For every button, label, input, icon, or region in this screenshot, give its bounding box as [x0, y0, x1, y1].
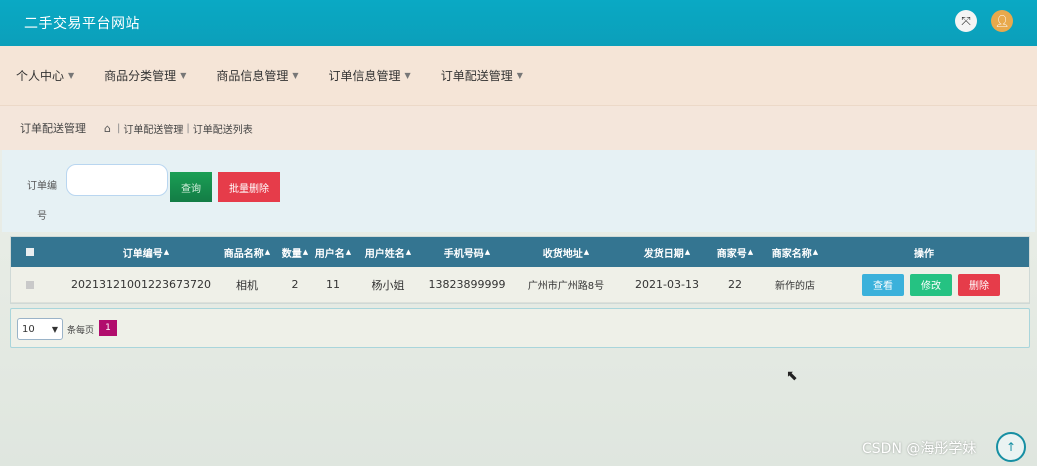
sort-icon: ▲ — [345, 248, 352, 256]
nav-item-product-management[interactable]: 商品信息管理 ▼ — [216, 67, 298, 84]
sort-icon: ▲ — [684, 248, 691, 256]
col-label: 手机号码 — [443, 248, 484, 260]
nav-item-label: 订单信息管理 — [328, 69, 401, 83]
col-address[interactable]: 收货地址 ▲ — [521, 237, 611, 267]
nav-item-label: 个人中心 — [16, 69, 65, 83]
select-all-checkbox[interactable] — [19, 237, 41, 267]
col-label: 订单编号 — [122, 248, 163, 260]
top-icons: ⤧ 👤︎ — [955, 10, 1013, 32]
col-label: 用户名 — [314, 248, 345, 260]
breadcrumb: 订单配送管理 ⌂ | 订单配送管理 | 订单配送列表 — [0, 106, 1037, 150]
page-number-button[interactable]: 1 — [99, 320, 117, 336]
arrow-up-icon: ↑ — [1005, 440, 1017, 454]
col-merchant-name[interactable]: 商家名称 ▲ — [763, 237, 827, 267]
nav-item-category-management[interactable]: 商品分类管理 ▼ — [104, 67, 186, 84]
breadcrumb-item[interactable]: 订单配送管理 — [123, 121, 183, 136]
col-merchant-no[interactable]: 商家号 ▲ — [711, 237, 759, 267]
col-label: 商品名称 — [223, 248, 264, 260]
mouse-cursor-icon: ⬉ — [786, 368, 798, 384]
float-action-button[interactable]: ↑ — [996, 432, 1026, 462]
table-row: 20213121001223673720 相机 2 11 杨小姐 1382389… — [11, 267, 1029, 303]
col-ship-date[interactable]: 发货日期 ▲ — [633, 237, 701, 267]
nav-item-label: 订单配送管理 — [440, 69, 513, 83]
row-checkbox[interactable] — [19, 267, 41, 302]
col-label: 用户姓名 — [364, 248, 405, 260]
col-phone[interactable]: 手机号码 ▲ — [425, 237, 509, 267]
home-icon[interactable]: ⌂ — [104, 122, 111, 135]
nav-item-delivery-management[interactable]: 订单配送管理 ▼ — [441, 67, 523, 84]
cell-phone: 13823899999 — [428, 278, 506, 291]
sort-icon: ▲ — [163, 248, 170, 256]
nav-item-personal-center[interactable]: 个人中心 ▼ — [16, 67, 74, 84]
order-no-label-line2: 号 — [37, 211, 47, 222]
col-order-no[interactable]: 订单编号 ▲ — [81, 237, 211, 267]
cell-merchant-name: 新作的店 — [775, 281, 815, 292]
sort-icon: ▲ — [405, 248, 412, 256]
sort-icon: ▲ — [302, 248, 309, 256]
per-page-label: 条每页 — [67, 326, 95, 336]
order-no-label: 订单编 号 — [22, 172, 62, 232]
search-panel: 订单编 号 查询 批量删除 — [2, 150, 1035, 232]
nav-item-order-management[interactable]: 订单信息管理 ▼ — [329, 67, 411, 84]
sort-icon: ▲ — [264, 248, 271, 256]
sort-icon: ▲ — [583, 248, 590, 256]
col-label: 数量 — [281, 248, 302, 260]
user-button[interactable]: 👤︎ — [991, 10, 1013, 32]
cell-ship-date: 2021-03-13 — [635, 278, 699, 291]
caret-down-icon: ▼ — [404, 71, 411, 80]
cell-product: 相机 — [236, 278, 258, 292]
site-title: 二手交易平台网站 — [24, 16, 140, 32]
top-bar: 二手交易平台网站 ⤧ 👤︎ — [0, 0, 1037, 46]
caret-down-icon: ▼ — [180, 71, 187, 80]
caret-down-icon: ▼ — [68, 71, 75, 80]
search-button[interactable]: 查询 — [170, 172, 212, 202]
table-header: 订单编号 ▲ 商品名称 ▲ 数量 ▲ 用户名 ▲ 用户姓名 ▲ 手机号码 ▲ 收货地址 ▲ 发… — [11, 237, 1029, 267]
sort-icon: ▲ — [484, 248, 491, 256]
cell-address: 广州市广州路8号 — [527, 281, 605, 292]
page-size-value: 10 — [22, 323, 35, 335]
col-actions: 操作 — [914, 248, 934, 260]
main-nav: 个人中心 ▼ 商品分类管理 ▼ 商品信息管理 ▼ 订单信息管理 ▼ 订单配送管理… — [0, 46, 1037, 106]
fullscreen-button[interactable]: ⤧ — [955, 10, 977, 32]
batch-delete-button[interactable]: 批量删除 — [218, 172, 280, 202]
sort-icon: ▲ — [747, 248, 754, 256]
nav-item-label: 商品信息管理 — [216, 69, 289, 83]
col-label: 商家号 — [716, 248, 747, 260]
col-label: 发货日期 — [643, 248, 684, 260]
caret-down-icon: ▼ — [516, 71, 523, 80]
cell-actions: 查看 修改 删除 — [849, 267, 1013, 302]
edit-button[interactable]: 修改 — [910, 273, 952, 296]
cell-name: 杨小姐 — [371, 278, 405, 292]
cell-order-no: 20213121001223673720 — [71, 278, 211, 291]
cell-username: 11 — [326, 278, 340, 291]
breadcrumb-separator: | — [116, 122, 121, 134]
breadcrumb-item: 订单配送列表 — [192, 124, 253, 136]
user-icon: 👤︎ — [994, 14, 1010, 28]
sort-icon: ▲ — [812, 248, 819, 256]
col-label: 商家名称 — [771, 248, 812, 260]
caret-down-icon: ▼ — [292, 71, 299, 80]
breadcrumb-current: 订单配送管理 — [20, 122, 86, 135]
delivery-table: 订单编号 ▲ 商品名称 ▲ 数量 ▲ 用户名 ▲ 用户姓名 ▲ 手机号码 ▲ 收货地址 ▲ 发… — [10, 236, 1030, 304]
col-username[interactable]: 用户名 ▲ — [309, 237, 357, 267]
order-no-input[interactable] — [66, 164, 168, 196]
chevron-down-icon: ▼ — [51, 324, 58, 334]
cell-merchant-no: 22 — [728, 278, 742, 291]
col-label: 收货地址 — [542, 248, 583, 260]
pagination: 10 ▼ 条每页 1 — [10, 308, 1030, 348]
delete-button[interactable]: 删除 — [958, 273, 1000, 296]
breadcrumb-separator: | — [186, 122, 190, 134]
watermark: CSDN @海彤学妹 — [862, 441, 977, 457]
order-no-label-line1: 订单编 — [27, 181, 57, 192]
col-product[interactable]: 商品名称 ▲ — [217, 237, 277, 267]
nav-item-label: 商品分类管理 — [104, 69, 177, 83]
view-button[interactable]: 查看 — [862, 273, 904, 296]
page-size-select[interactable]: 10 ▼ — [17, 318, 63, 340]
col-name[interactable]: 用户姓名 ▲ — [357, 237, 419, 267]
fullscreen-icon: ⤧ — [961, 13, 971, 28]
